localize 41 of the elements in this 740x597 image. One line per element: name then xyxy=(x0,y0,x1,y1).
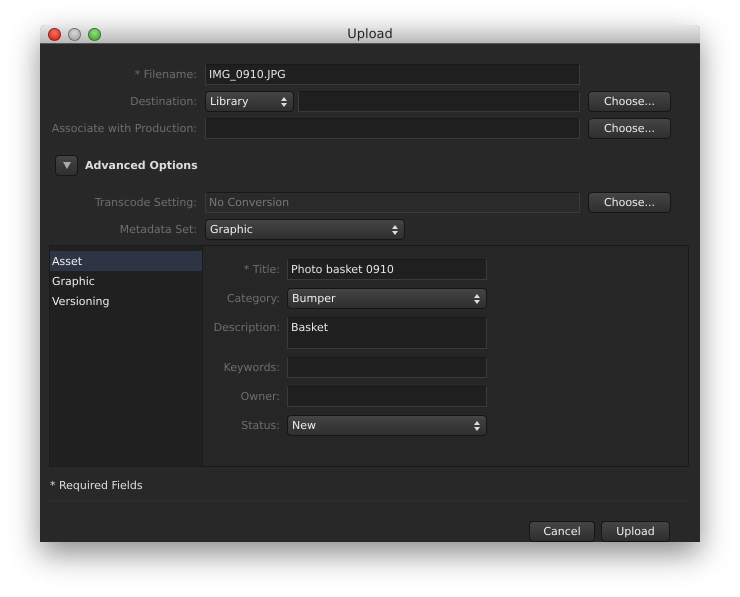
stepper-arrows-icon xyxy=(281,96,287,106)
field-label: * Filename: xyxy=(134,68,197,81)
section-label: Advanced Options xyxy=(85,159,198,172)
field-label: Owner: xyxy=(240,389,280,403)
text-field[interactable] xyxy=(287,357,487,378)
field-label: Keywords: xyxy=(222,360,280,374)
list-item[interactable]: Graphic xyxy=(50,271,202,291)
text-field[interactable] xyxy=(205,118,580,139)
triangle-down-icon xyxy=(62,162,70,169)
field-label: Associate with Production: xyxy=(50,122,197,135)
field-label: Metadata Set: xyxy=(118,223,197,236)
field-label: Description: xyxy=(212,320,280,334)
dropdown[interactable]: Bumper xyxy=(287,288,487,309)
field-label: Transcode Setting: xyxy=(94,196,197,209)
dropdown[interactable]: Graphic xyxy=(205,219,405,240)
disclosure-button[interactable] xyxy=(55,155,78,176)
footnote: * Required Fields xyxy=(49,478,144,492)
text-field[interactable]: Photo basket 0910 xyxy=(287,259,487,280)
field-label: Destination: xyxy=(129,95,197,108)
cancel-button[interactable]: Cancel xyxy=(529,521,595,542)
stepper-arrows-icon xyxy=(474,294,480,304)
text-field[interactable] xyxy=(287,386,487,407)
field-label: Category: xyxy=(226,291,280,305)
dropdown[interactable]: New xyxy=(287,415,487,436)
upload-button[interactable]: Upload xyxy=(601,521,670,542)
stepper-arrows-icon xyxy=(392,224,398,234)
stepper-arrows-icon xyxy=(474,420,480,430)
text-field[interactable] xyxy=(298,91,580,112)
text-field[interactable]: IMG_0910.JPG xyxy=(205,64,580,85)
field-label: * Title: xyxy=(242,262,280,276)
close-icon[interactable] xyxy=(48,28,61,40)
list-item[interactable]: Versioning xyxy=(50,291,202,311)
choose-button[interactable]: Choose... xyxy=(588,118,671,139)
list-item[interactable]: Asset xyxy=(50,251,202,271)
dropdown[interactable]: Library xyxy=(205,91,294,112)
choose-button[interactable]: Choose... xyxy=(588,91,671,112)
minimize-icon[interactable] xyxy=(68,28,81,40)
field-label: Status: xyxy=(240,418,280,432)
text-area[interactable]: Basket xyxy=(287,317,487,349)
zoom-icon[interactable] xyxy=(88,28,101,40)
window-title: Upload xyxy=(347,26,393,42)
